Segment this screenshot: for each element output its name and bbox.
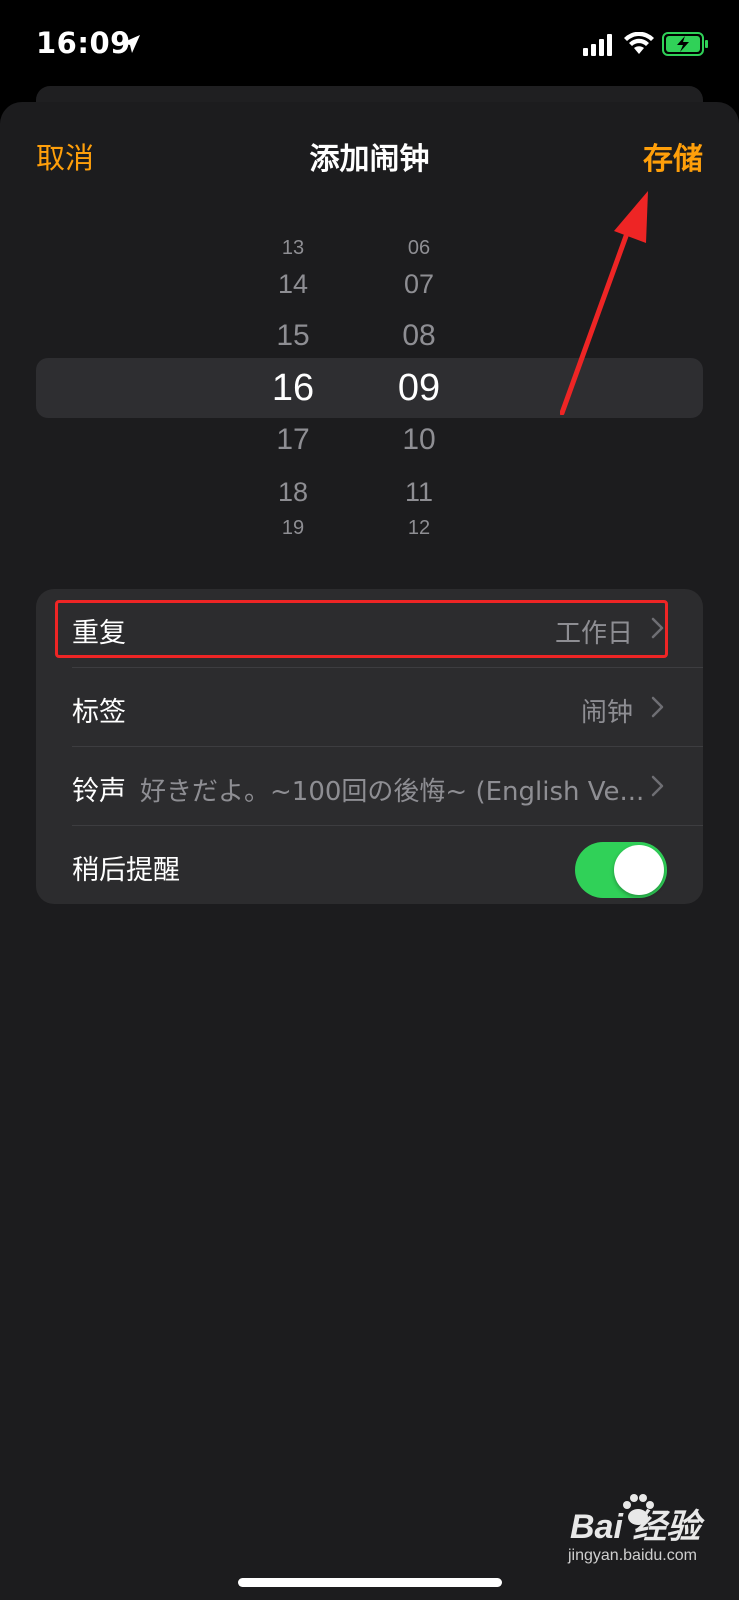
baidu-paw-icon bbox=[623, 1494, 654, 1525]
chevron-right-icon bbox=[651, 775, 664, 797]
page-title: 添加闹钟 bbox=[309, 142, 430, 177]
location-arrow-icon bbox=[122, 35, 140, 53]
hour-option[interactable]: 17 bbox=[248, 425, 338, 455]
sound-value: 好きだよ。~100回の後悔~ (English Ve... bbox=[140, 777, 645, 807]
minute-option[interactable]: 07 bbox=[374, 270, 464, 298]
status-bar: 16:09 bbox=[0, 0, 739, 90]
hour-option[interactable]: 18 bbox=[248, 478, 338, 506]
hour-option[interactable]: 19 bbox=[248, 518, 338, 538]
minute-option[interactable]: 10 bbox=[374, 425, 464, 455]
minute-wheel[interactable]: 050607080910111213 bbox=[374, 230, 464, 545]
status-time: 16:09 bbox=[36, 26, 131, 60]
hour-selected[interactable]: 16 bbox=[248, 369, 338, 407]
snooze-toggle[interactable] bbox=[575, 842, 667, 898]
save-button[interactable]: 存储 bbox=[643, 134, 703, 178]
snooze-label: 稍后提醒 bbox=[72, 855, 180, 886]
minute-option[interactable]: 08 bbox=[374, 321, 464, 351]
sound-row[interactable]: 铃声 好きだよ。~100回の後悔~ (English Ve... bbox=[36, 747, 703, 825]
snooze-row: 稍后提醒 bbox=[36, 826, 703, 904]
minute-selected[interactable]: 09 bbox=[374, 369, 464, 407]
label-value: 闹钟 bbox=[580, 698, 633, 728]
battery-charging-icon bbox=[662, 32, 708, 56]
sound-label: 铃声 bbox=[72, 776, 126, 807]
label-row[interactable]: 标签 闹钟 bbox=[36, 668, 703, 746]
hour-option[interactable]: 14 bbox=[248, 270, 338, 298]
watermark-url: jingyan.baidu.com bbox=[568, 1547, 697, 1564]
minute-option[interactable]: 12 bbox=[374, 518, 464, 538]
label-label: 标签 bbox=[72, 697, 126, 728]
annotation-highlight-box bbox=[55, 600, 668, 658]
minute-option[interactable]: 06 bbox=[374, 238, 464, 258]
cellular-signal-icon bbox=[583, 34, 612, 56]
chevron-right-icon bbox=[651, 696, 664, 718]
minute-option[interactable]: 11 bbox=[374, 478, 464, 506]
home-indicator[interactable] bbox=[238, 1578, 502, 1587]
annotation-arrow-icon bbox=[560, 191, 648, 415]
hour-wheel[interactable]: 121314151617181920 bbox=[248, 230, 338, 545]
hour-option[interactable]: 13 bbox=[248, 238, 338, 258]
toggle-knob bbox=[614, 845, 664, 895]
hour-option[interactable]: 15 bbox=[248, 321, 338, 351]
wifi-icon bbox=[624, 32, 654, 54]
